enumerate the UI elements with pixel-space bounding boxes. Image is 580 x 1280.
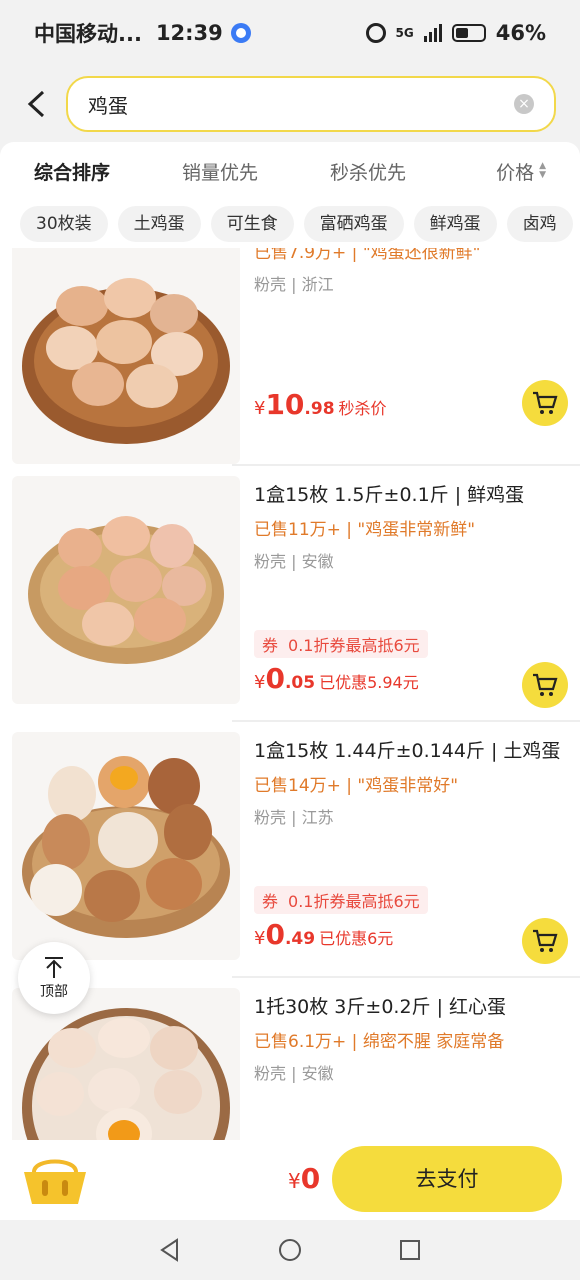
- price-currency: ¥: [254, 672, 266, 693]
- chip-30-pack[interactable]: 30枚装: [20, 206, 108, 242]
- add-to-cart-button[interactable]: [522, 662, 568, 708]
- product-card[interactable]: 1盒15枚 1.44斤±0.144斤 | 土鸡蛋 已售14万+ | "鸡蛋非常好…: [0, 722, 580, 978]
- filter-chips: 30枚装 土鸡蛋 可生食 富硒鸡蛋 鲜鸡蛋 卤鸡: [0, 200, 580, 248]
- add-to-cart-button[interactable]: [522, 918, 568, 964]
- checkout-bar: ¥ 0 去支付: [0, 1140, 580, 1220]
- price-note: 秒杀价: [338, 399, 387, 418]
- carrier-label: 中国移动...: [34, 22, 142, 46]
- product-card[interactable]: 1托30枚 3斤±0.2斤 | 红心蛋 已售6.1万+ | 绵密不腥 家庭常备 …: [0, 978, 580, 1140]
- alarm-icon: [365, 23, 386, 43]
- price-integer: 10: [265, 388, 305, 421]
- egg-basket-image: [22, 756, 230, 938]
- product-origin: 粉壳 | 浙江: [254, 275, 334, 294]
- back-button[interactable]: [6, 74, 66, 134]
- product-sales: 已售6.1万+ | 绵密不腥 家庭常备: [254, 1032, 505, 1052]
- product-image: [12, 248, 240, 464]
- clock: 12:39: [155, 21, 223, 45]
- total-value: 0: [300, 1162, 321, 1195]
- battery-icon: [451, 24, 486, 42]
- coupon-badge[interactable]: 券 0.1折券最高抵6元: [254, 630, 428, 658]
- product-sales: 已售7.9万+ | "鸡蛋还很新鲜": [254, 248, 481, 263]
- signal-icon: [423, 24, 442, 42]
- cart-icon: [533, 391, 558, 414]
- search-query: 鸡蛋: [88, 93, 128, 118]
- location-icon: [230, 23, 251, 43]
- cart-icon: [533, 929, 558, 952]
- sort-arrows-icon: ▲ ▼: [539, 161, 546, 180]
- product-origin: 粉壳 | 安徽: [254, 1064, 334, 1083]
- arrow-up-icon: [45, 957, 63, 978]
- chip-native-egg[interactable]: 土鸡蛋: [117, 206, 201, 242]
- price-decimal: .98: [304, 399, 335, 419]
- egg-basket-image: [28, 516, 224, 664]
- chip-selenium[interactable]: 富硒鸡蛋: [303, 206, 404, 242]
- coupon-text: 0.1折券最高抵6元: [288, 636, 420, 655]
- back-arrow-icon: [27, 90, 45, 118]
- back-to-top-label: 顶部: [40, 984, 68, 1000]
- add-to-cart-button[interactable]: [522, 380, 568, 426]
- back-to-top-button[interactable]: 顶部: [18, 942, 90, 1014]
- tab-price[interactable]: 价格 ▲ ▼: [496, 158, 546, 185]
- search-input[interactable]: 鸡蛋 ×: [66, 76, 556, 132]
- coupon-tag: 券: [262, 636, 279, 655]
- product-sales: 已售11万+ | "鸡蛋非常新鲜": [254, 520, 476, 540]
- price-sort-label: 价格: [496, 161, 535, 184]
- clear-icon[interactable]: ×: [514, 94, 534, 114]
- system-nav-bar: [0, 1220, 580, 1280]
- tab-sales[interactable]: 销量优先: [182, 158, 258, 185]
- price-integer: 0: [265, 918, 285, 951]
- status-bar: 中国移动... 12:39 5G 46%: [0, 0, 580, 66]
- product-card[interactable]: 已售7.9万+ | "鸡蛋还很新鲜" 粉壳 | 浙江 ¥ 10 .98 秒杀价: [0, 248, 580, 478]
- coupon-badge[interactable]: 券 0.1折券最高抵6元: [254, 886, 428, 914]
- product-origin: 粉壳 | 江苏: [254, 808, 334, 827]
- price-currency: ¥: [254, 928, 266, 949]
- product-price: ¥ 0 .49 已优惠6元: [254, 918, 393, 951]
- battery-percent: 46%: [495, 21, 546, 45]
- price-decimal: .05: [284, 673, 316, 693]
- basket-icon[interactable]: [20, 1150, 90, 1210]
- price-currency: ¥: [254, 398, 266, 419]
- product-title: 1盒15枚 1.5斤±0.1斤 | 鲜鸡蛋: [254, 484, 525, 506]
- network-type: 5G: [395, 26, 414, 40]
- coupon-tag: 券: [262, 892, 279, 911]
- chip-fresh-egg[interactable]: 鲜鸡蛋: [413, 206, 497, 242]
- total-currency: ¥: [288, 1169, 301, 1193]
- product-title: 1盒15枚 1.44斤±0.144斤 | 土鸡蛋: [254, 740, 561, 762]
- price-integer: 0: [265, 662, 285, 695]
- tab-flash-sale[interactable]: 秒杀优先: [330, 158, 406, 185]
- cart-total: ¥ 0: [288, 1162, 320, 1195]
- chip-raw-edible[interactable]: 可生食: [210, 206, 294, 242]
- coupon-text: 0.1折券最高抵6元: [288, 892, 420, 911]
- price-note: 已优惠5.94元: [319, 673, 419, 692]
- nav-home-icon[interactable]: [277, 1237, 303, 1263]
- nav-back-icon[interactable]: [157, 1237, 183, 1263]
- search-header: 鸡蛋 ×: [0, 66, 580, 142]
- product-image: [12, 476, 240, 704]
- chip-braised[interactable]: 卤鸡: [506, 206, 573, 242]
- product-price: ¥ 10 .98 秒杀价: [254, 388, 387, 421]
- product-title: 1托30枚 3斤±0.2斤 | 红心蛋: [254, 996, 507, 1018]
- nav-recents-icon[interactable]: [397, 1237, 423, 1263]
- sort-bar: 综合排序 销量优先 秒杀优先 价格 ▲ ▼: [0, 142, 580, 200]
- product-list: 已售7.9万+ | "鸡蛋还很新鲜" 粉壳 | 浙江 ¥ 10 .98 秒杀价: [0, 248, 580, 1140]
- product-card[interactable]: 1盒15枚 1.5斤±0.1斤 | 鲜鸡蛋 已售11万+ | "鸡蛋非常新鲜" …: [0, 466, 580, 722]
- price-note: 已优惠6元: [319, 929, 394, 948]
- cart-icon: [533, 673, 558, 696]
- price-decimal: .49: [284, 929, 316, 949]
- egg-basket-image: [22, 278, 230, 444]
- tab-comprehensive[interactable]: 综合排序: [34, 158, 110, 185]
- product-price: ¥ 0 .05 已优惠5.94元: [254, 662, 419, 695]
- product-origin: 粉壳 | 安徽: [254, 552, 334, 571]
- product-image: [12, 732, 240, 960]
- pay-button[interactable]: 去支付: [332, 1146, 562, 1212]
- product-sales: 已售14万+ | "鸡蛋非常好": [254, 776, 459, 796]
